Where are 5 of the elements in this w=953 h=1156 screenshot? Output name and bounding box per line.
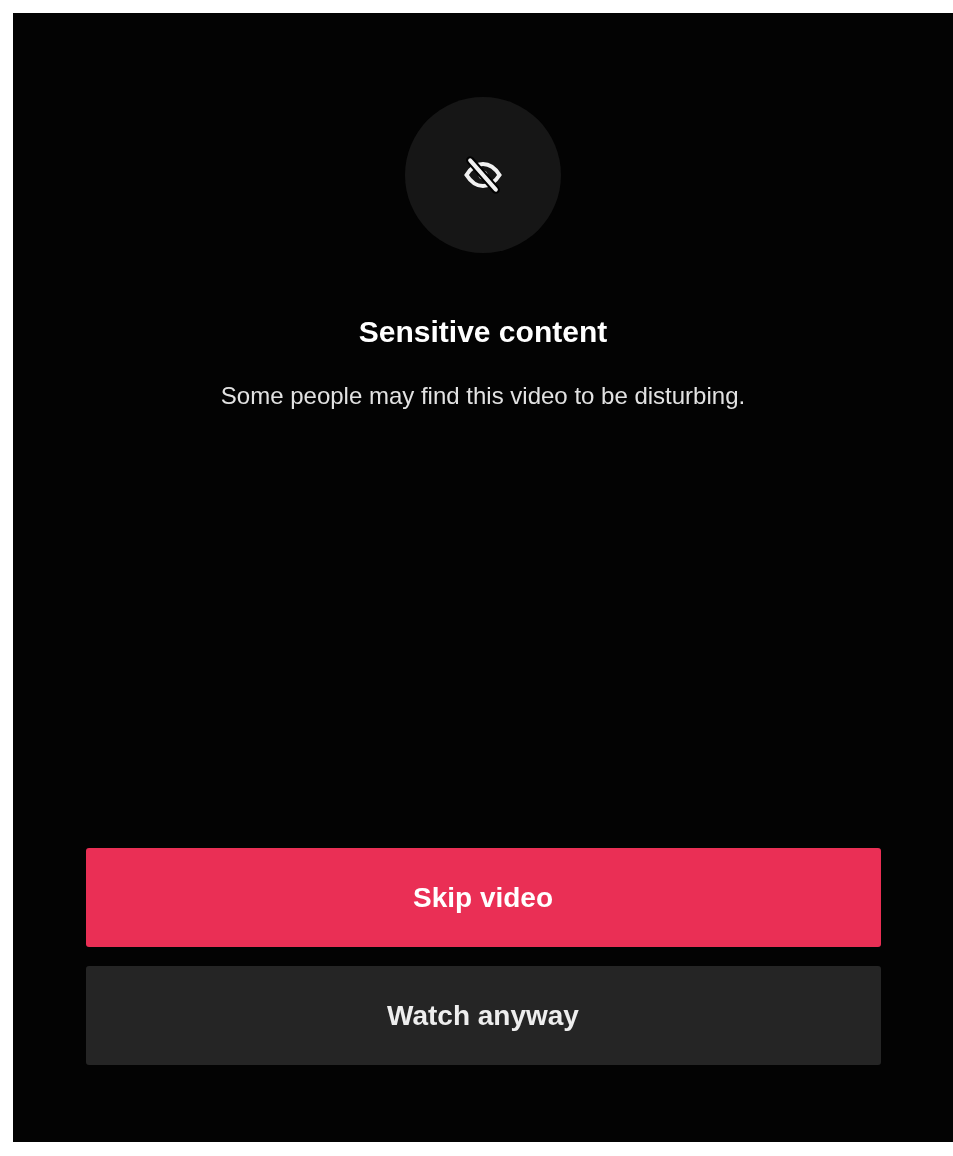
dialog-title: Sensitive content (358, 314, 608, 350)
eye-crossed-icon (461, 153, 505, 197)
skip-video-button[interactable]: Skip video (85, 848, 881, 947)
watch-anyway-button[interactable]: Watch anyway (85, 966, 881, 1065)
warning-message: Some people may find this video to be disturbing. (220, 380, 746, 411)
